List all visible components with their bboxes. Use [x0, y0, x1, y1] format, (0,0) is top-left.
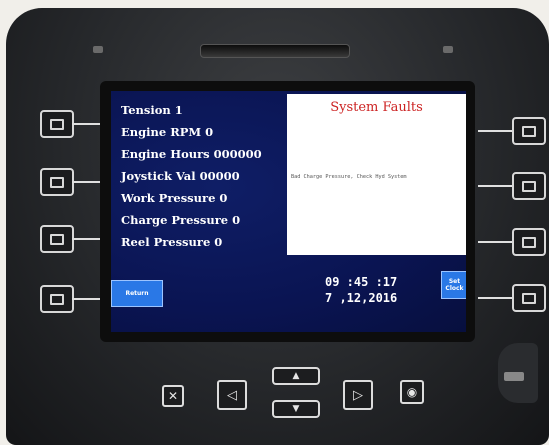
tension-readout: Tension 1 [121, 103, 183, 117]
display-screen: Tension 1 Engine RPM 0 Engine Hours 0000… [111, 91, 466, 332]
right-soft-key-4[interactable] [512, 284, 546, 312]
left-arrow-icon[interactable]: ◁ [217, 380, 247, 410]
left-soft-key-1[interactable] [40, 110, 74, 138]
right-soft-key-3[interactable] [512, 228, 546, 256]
key-leader-line [478, 297, 512, 299]
left-soft-key-4[interactable] [40, 285, 74, 313]
left-soft-key-2[interactable] [40, 168, 74, 196]
charge-pressure-readout: Charge Pressure 0 [121, 213, 241, 227]
top-slot [200, 44, 350, 58]
right-soft-key-2[interactable] [512, 172, 546, 200]
system-faults-panel: System Faults Bad Charge Pressure, Check… [287, 94, 466, 255]
screw [93, 46, 103, 53]
clock-display: 09 :45 :17 7 ,12,2016 [325, 274, 435, 306]
system-faults-title: System Faults [330, 100, 423, 115]
usb-port[interactable] [504, 372, 524, 381]
right-soft-key-1[interactable] [512, 117, 546, 145]
readout-list: Tension 1 Engine RPM 0 Engine Hours 0000… [121, 99, 291, 253]
return-button[interactable]: Return [111, 280, 163, 307]
reel-pressure-readout: Reel Pressure 0 [121, 235, 223, 249]
engine-hours-readout: Engine Hours 000000 [121, 147, 262, 161]
set-clock-button[interactable]: Set Clock [441, 271, 466, 299]
fault-message: Bad Charge Pressure, Check Hyd System [291, 174, 407, 180]
right-arrow-icon[interactable]: ▷ [343, 380, 373, 410]
clock-date: 7 ,12,2016 [325, 291, 398, 305]
clock-time: 09 :45 :17 [325, 275, 398, 289]
screw [443, 46, 453, 53]
ok-icon[interactable]: ◉ [400, 380, 424, 404]
joystick-val-readout: Joystick Val 00000 [121, 169, 240, 183]
up-arrow-icon[interactable]: ▲ [272, 367, 320, 385]
close-icon[interactable]: ✕ [162, 385, 184, 407]
work-pressure-readout: Work Pressure 0 [121, 191, 228, 205]
key-leader-line [478, 130, 512, 132]
engine-rpm-readout: Engine RPM 0 [121, 125, 214, 139]
down-arrow-icon[interactable]: ▼ [272, 400, 320, 418]
key-leader-line [478, 185, 512, 187]
left-soft-key-3[interactable] [40, 225, 74, 253]
key-leader-line [478, 241, 512, 243]
